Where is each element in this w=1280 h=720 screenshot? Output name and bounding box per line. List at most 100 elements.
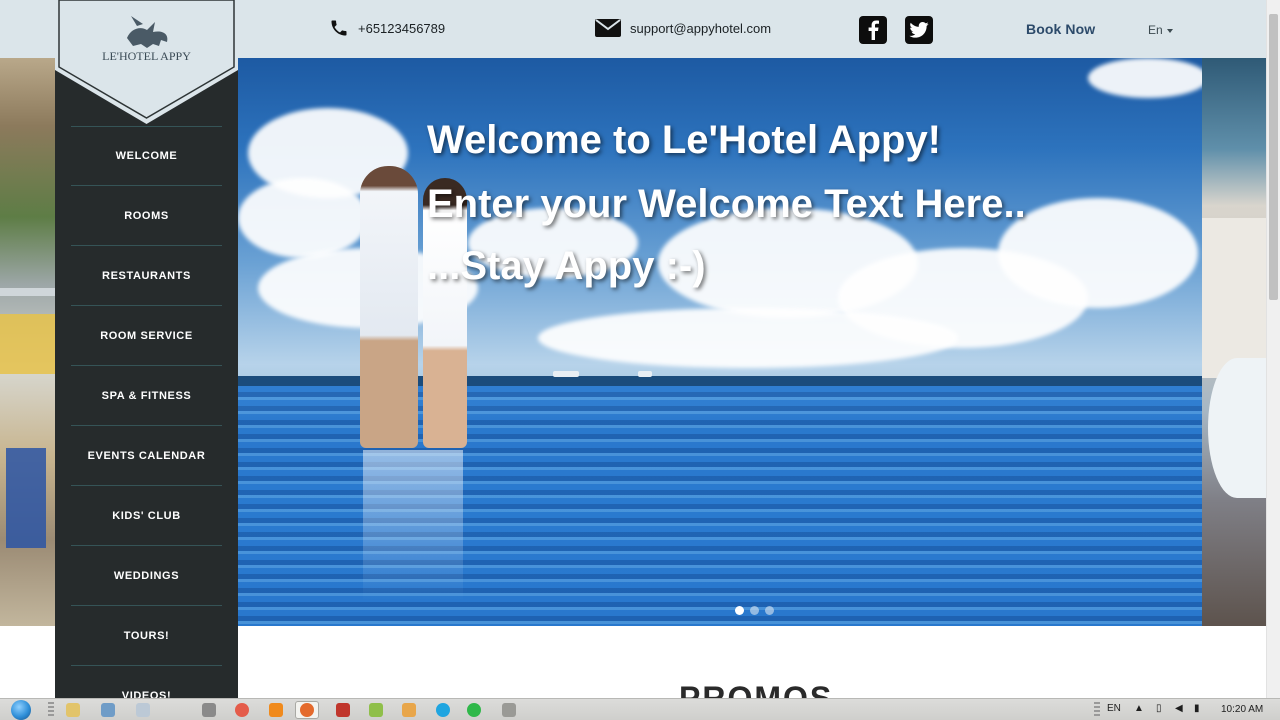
sidebar-item-label: KIDS' CLUB xyxy=(112,510,181,522)
daybed-canopy xyxy=(1208,358,1266,498)
chat-taskbar-button[interactable] xyxy=(497,701,521,719)
filezilla-icon xyxy=(336,703,350,717)
email-address: support@appyhotel.com xyxy=(630,20,772,36)
sidebar-item-label: ROOM SERVICE xyxy=(100,330,193,342)
signal-icon[interactable]: ▮ xyxy=(1194,703,1200,714)
slider-dots xyxy=(735,606,774,615)
vlc-icon xyxy=(269,703,283,717)
cloud xyxy=(538,308,958,368)
grid-app-icon xyxy=(402,703,416,717)
notepad-icon xyxy=(136,703,150,717)
skype-icon xyxy=(436,703,450,717)
sidebar-item-label: ROOMS xyxy=(124,210,169,222)
sidebar-item-tours[interactable]: TOURS! xyxy=(55,606,238,666)
man-figure xyxy=(360,166,418,448)
background-resort-right xyxy=(1202,58,1266,626)
boat xyxy=(553,371,579,377)
envelope-icon xyxy=(595,19,621,37)
sidebar-item-label: TOURS! xyxy=(123,630,170,642)
system-clock[interactable]: 10:20 AM xyxy=(1221,704,1263,715)
folder-icon xyxy=(66,703,80,717)
sidebar-item-events-calendar[interactable]: EVENTS CALENDAR xyxy=(55,426,238,486)
sidebar-item-room-service[interactable]: ROOM SERVICE xyxy=(55,306,238,366)
caret-down-icon xyxy=(1166,28,1173,33)
book-now-link[interactable]: Book Now xyxy=(1026,21,1095,37)
sidebar: LE'HOTEL APPY WELCOME ROOMS RESTAURANTS … xyxy=(55,0,238,698)
tray-expand-icon[interactable]: ▲ xyxy=(1134,703,1144,714)
slide-dot[interactable] xyxy=(750,606,759,615)
sidebar-item-kids-club[interactable]: KIDS' CLUB xyxy=(55,486,238,546)
cloud xyxy=(998,198,1198,308)
cloud xyxy=(238,178,368,258)
input-language[interactable]: EN xyxy=(1107,703,1121,714)
volume-icon[interactable]: ◀ xyxy=(1175,703,1183,714)
sidebar-item-welcome[interactable]: WELCOME xyxy=(55,126,238,186)
hero-welcome-subtitle: Enter your Welcome Text Here.. xyxy=(427,182,1026,226)
email-contact[interactable]: support@appyhotel.com xyxy=(595,18,771,38)
taskbar-grip xyxy=(48,702,54,718)
tool-taskbar-button[interactable] xyxy=(197,701,221,719)
chat-icon xyxy=(502,703,516,717)
notepad-taskbar-button[interactable] xyxy=(131,701,155,719)
sidebar-item-label: SPA & FITNESS xyxy=(101,390,192,402)
sidebar-item-spa-fitness[interactable]: SPA & FITNESS xyxy=(55,366,238,426)
notepadpp-icon xyxy=(369,703,383,717)
sidebar-item-videos[interactable]: VIDEOS! xyxy=(55,666,238,698)
slide-dot[interactable] xyxy=(735,606,744,615)
notepadpp-taskbar-button[interactable] xyxy=(364,701,388,719)
villa-wall xyxy=(1202,218,1266,378)
start-button[interactable] xyxy=(6,699,36,720)
battery-icon[interactable]: ▯ xyxy=(1156,703,1162,714)
language-label: En xyxy=(1148,23,1163,37)
vlc-taskbar-button[interactable] xyxy=(264,701,288,719)
sidebar-item-rooms[interactable]: ROOMS xyxy=(55,186,238,246)
scrollbar-thumb[interactable] xyxy=(1269,14,1278,300)
hero-tagline: ...Stay Appy :-) xyxy=(427,244,706,288)
phone-icon xyxy=(331,20,347,36)
firefox-icon xyxy=(300,703,314,717)
phone-number: +65123456789 xyxy=(358,20,446,36)
skype-taskbar-button[interactable] xyxy=(431,701,455,719)
explorer-taskbar-button[interactable] xyxy=(96,701,120,719)
line-taskbar-button[interactable] xyxy=(462,701,486,719)
windows-orb-icon xyxy=(11,700,31,720)
slide-dot[interactable] xyxy=(765,606,774,615)
sidebar-item-label: EVENTS CALENDAR xyxy=(87,450,206,462)
sidebar-nav: WELCOME ROOMS RESTAURANTS ROOM SERVICE S… xyxy=(55,126,238,698)
background-resort-left xyxy=(0,58,56,626)
logo-shield: LE'HOTEL APPY xyxy=(55,0,238,124)
sidebar-item-label: WEDDINGS xyxy=(113,570,180,582)
tray-grip xyxy=(1094,702,1100,718)
filezilla-taskbar-button[interactable] xyxy=(331,701,355,719)
twitter-button[interactable] xyxy=(905,16,933,44)
pool-rail xyxy=(0,288,56,296)
line-icon xyxy=(467,703,481,717)
facebook-button[interactable] xyxy=(859,16,887,44)
umbrella xyxy=(6,448,46,548)
phone-contact[interactable]: +65123456789 xyxy=(329,18,445,38)
lounge-chair xyxy=(0,314,56,374)
chrome-taskbar-button[interactable] xyxy=(230,701,254,719)
hero-welcome-title: Welcome to Le'Hotel Appy! xyxy=(427,118,942,162)
sidebar-item-label: RESTAURANTS xyxy=(102,270,191,282)
page-scrollbar[interactable] xyxy=(1266,0,1280,698)
sidebar-item-weddings[interactable]: WEDDINGS xyxy=(55,546,238,606)
folder-taskbar-button[interactable] xyxy=(61,701,85,719)
couple-reflection xyxy=(363,450,463,600)
hero-slider: Welcome to Le'Hotel Appy! Enter your Wel… xyxy=(238,58,1202,626)
facebook-icon xyxy=(868,20,879,40)
explorer-icon xyxy=(101,703,115,717)
sidebar-item-restaurants[interactable]: RESTAURANTS xyxy=(55,246,238,306)
cloud xyxy=(1088,58,1202,98)
sidebar-item-label: WELCOME xyxy=(115,150,178,162)
chrome-icon xyxy=(235,703,249,717)
tool-icon xyxy=(202,703,216,717)
boat xyxy=(638,371,652,377)
firefox-taskbar-button[interactable] xyxy=(295,701,319,719)
twitter-icon xyxy=(909,22,929,38)
logo-wordmark: LE'HOTEL APPY xyxy=(102,49,191,63)
sidebar-item-label: VIDEOS! xyxy=(121,690,172,698)
windows-taskbar: EN ▲ ▯ ◀ ▮ 10:20 AM xyxy=(0,698,1280,720)
language-selector[interactable]: En xyxy=(1148,23,1173,37)
grid-app-taskbar-button[interactable] xyxy=(397,701,421,719)
